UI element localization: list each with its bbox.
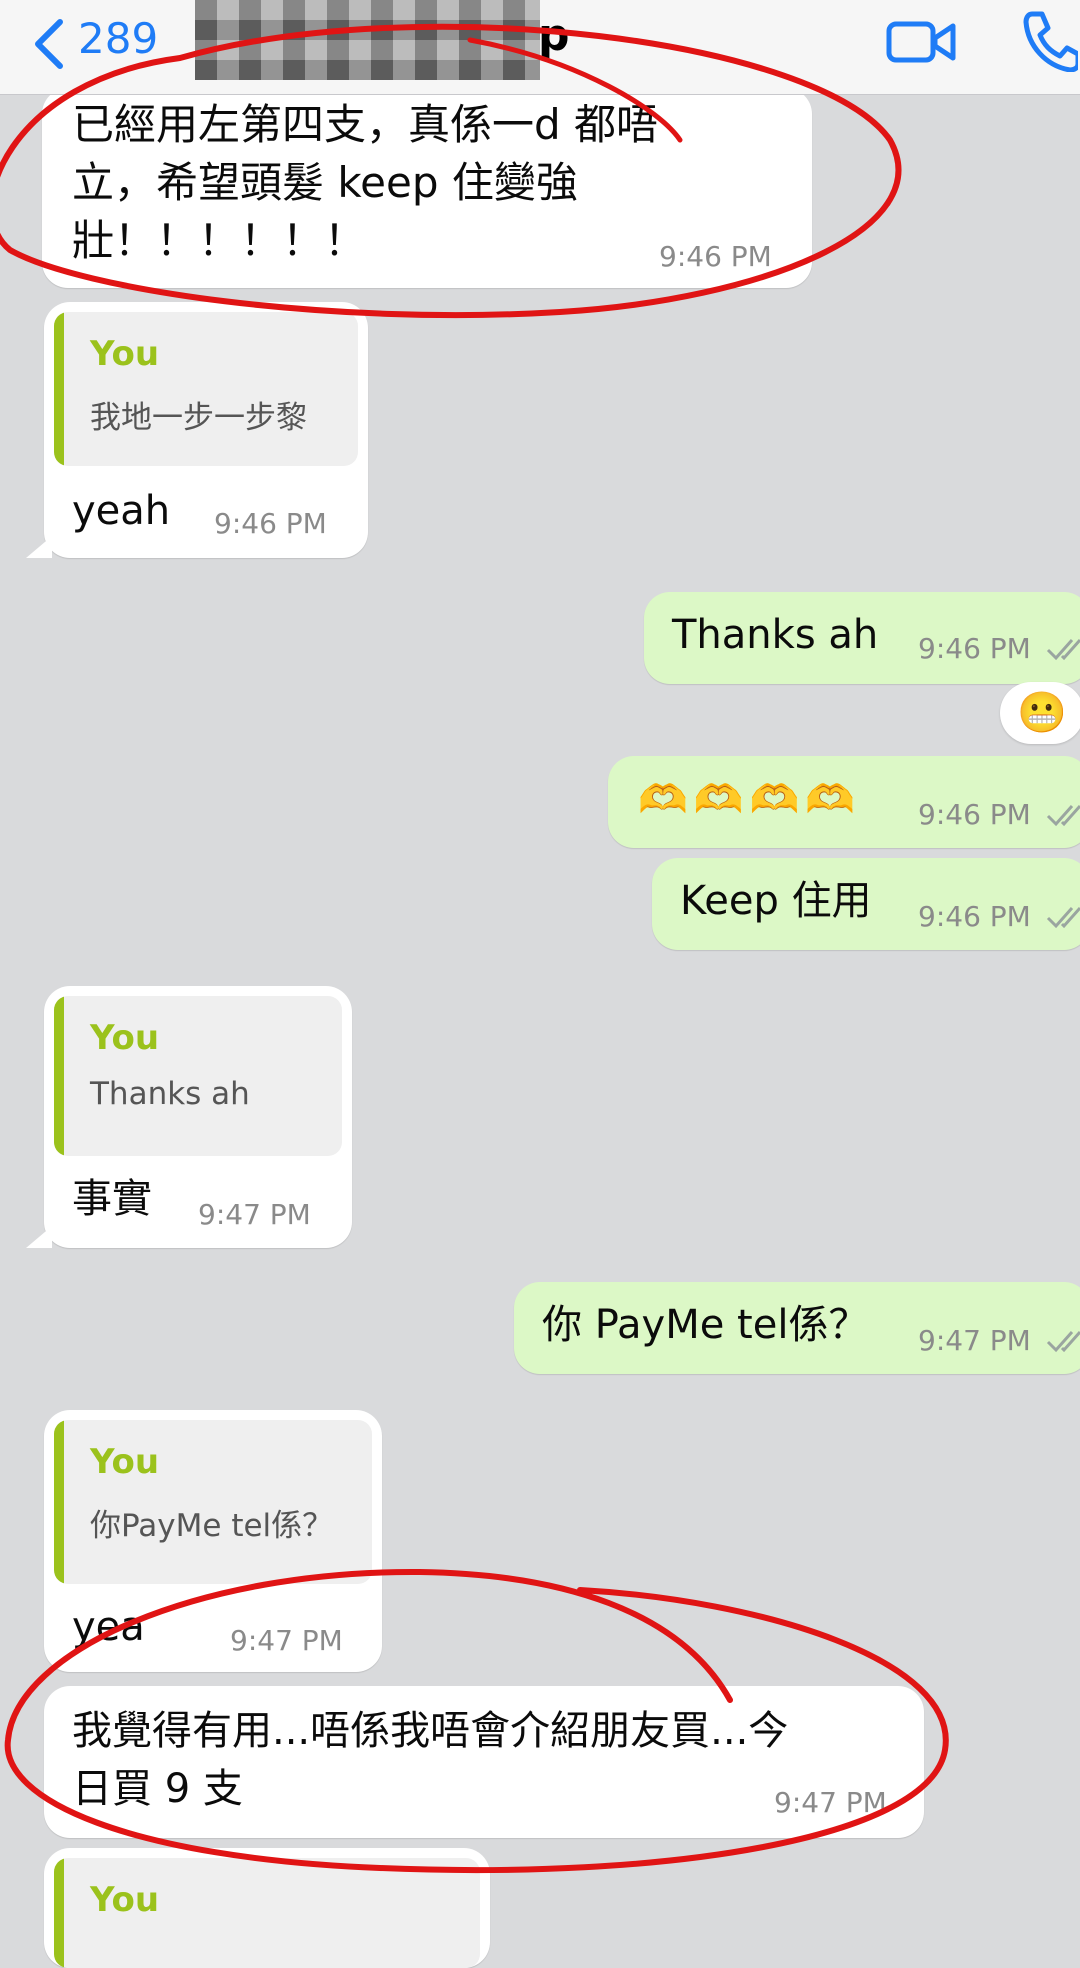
message-time: 9:46 PM: [659, 240, 772, 273]
contact-name-pixelated[interactable]: [195, 0, 540, 80]
message-text: yeah: [72, 488, 171, 534]
video-camera-icon[interactable]: [885, 12, 957, 72]
phone-icon[interactable]: [1020, 8, 1078, 72]
quoted-reply[interactable]: You 我地一步一步黎: [54, 312, 358, 466]
quoted-text: Thanks ah: [90, 1076, 250, 1112]
message-time: 9:47 PM: [774, 1786, 887, 1819]
message-text: Thanks ah: [672, 612, 879, 658]
read-checkmarks-icon: [1046, 1331, 1080, 1353]
quoted-reply[interactable]: You Thanks ah: [54, 996, 342, 1156]
read-checkmarks-icon: [1046, 639, 1080, 661]
quoted-author: You: [90, 1880, 160, 1920]
message-text: 你 PayMe tel係？: [542, 1302, 869, 1348]
quoted-reply[interactable]: You 你PayMe tel係？: [54, 1420, 372, 1584]
reaction-badge[interactable]: 😬: [1000, 682, 1080, 744]
quoted-author: You: [90, 1442, 160, 1482]
message-bubble-outgoing[interactable]: Thanks ah 9:46 PM: [644, 592, 1080, 684]
bubble-tail: [26, 536, 52, 558]
message-text: Keep 住用: [680, 878, 872, 924]
message-time: 9:47 PM: [230, 1624, 343, 1657]
message-time: 9:46 PM: [214, 507, 327, 540]
contact-name[interactable]: p: [538, 10, 570, 61]
quoted-reply[interactable]: You: [54, 1858, 480, 1968]
quoted-author: You: [90, 1018, 160, 1058]
unread-count[interactable]: 289: [78, 14, 158, 64]
message-bubble-incoming[interactable]: You 我地一步一步黎 yeah 9:46 PM: [44, 302, 368, 558]
quoted-text: 你PayMe tel係？: [90, 1508, 334, 1544]
message-text: 事實: [72, 1176, 152, 1222]
message-text: 已經用左第四支，真係一d 都唔 立，希望頭髮 keep 住變強 壯！！！！！！: [72, 100, 659, 265]
quoted-author: You: [90, 334, 160, 374]
message-text: 🫶🫶🫶🫶: [638, 777, 862, 823]
message-bubble-incoming[interactable]: You: [44, 1848, 490, 1968]
message-time: 9:47 PM: [918, 1324, 1031, 1357]
read-checkmarks-icon: [1046, 907, 1080, 929]
bubble-tail: [26, 1226, 52, 1248]
message-bubble-incoming[interactable]: 已經用左第四支，真係一d 都唔 立，希望頭髮 keep 住變強 壯！！！！！！ …: [42, 88, 812, 288]
chat-header: 289 p: [0, 0, 1080, 95]
message-text: 我覺得有用...唔係我唔會介紹朋友買...今 日買 9 支: [72, 1708, 789, 1812]
message-bubble-incoming[interactable]: 我覺得有用...唔係我唔會介紹朋友買...今 日買 9 支 9:47 PM: [44, 1686, 924, 1838]
read-checkmarks-icon: [1046, 805, 1080, 827]
message-time: 9:46 PM: [918, 798, 1031, 831]
message-bubble-outgoing[interactable]: Keep 住用 9:46 PM: [652, 858, 1080, 950]
message-bubble-outgoing[interactable]: 你 PayMe tel係？ 9:47 PM: [514, 1282, 1080, 1374]
quoted-text: 我地一步一步黎: [90, 400, 307, 436]
message-time: 9:46 PM: [918, 900, 1031, 933]
message-bubble-incoming[interactable]: You Thanks ah 事實 9:47 PM: [44, 986, 352, 1248]
message-text: yea: [72, 1604, 145, 1650]
message-time: 9:47 PM: [198, 1198, 311, 1231]
message-time: 9:46 PM: [918, 632, 1031, 665]
message-bubble-incoming[interactable]: You 你PayMe tel係？ yea 9:47 PM: [44, 1410, 382, 1672]
message-bubble-outgoing[interactable]: 🫶🫶🫶🫶 9:46 PM: [608, 756, 1080, 848]
chevron-left-icon[interactable]: [30, 14, 70, 74]
